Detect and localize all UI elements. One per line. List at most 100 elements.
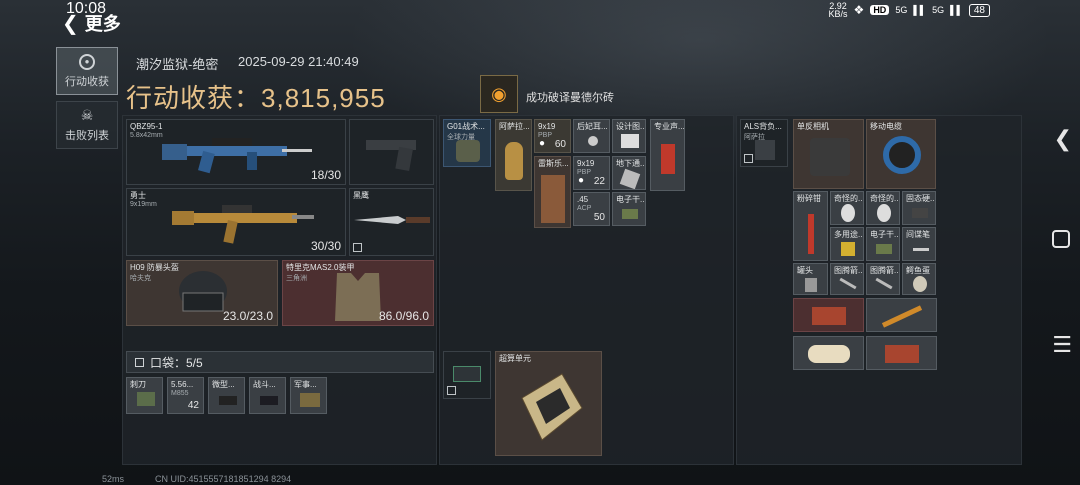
- storage-slot[interactable]: [443, 351, 491, 399]
- chevron-left-icon: ❮: [62, 12, 79, 35]
- net-speed: 2.92 KB/s: [828, 1, 848, 19]
- crate-icon: [300, 393, 320, 407]
- rig-slot[interactable]: ALS背负... 阿萨拉: [740, 119, 788, 167]
- backpack-icon: [456, 140, 480, 162]
- rig-item[interactable]: 电子干...: [866, 227, 900, 261]
- map-name: 潮汐监狱-绝密: [136, 57, 219, 72]
- gadget-icon: [260, 396, 278, 405]
- pocket-item[interactable]: 刺刀: [126, 377, 163, 414]
- pocket-item[interactable]: 5.56... M855 42: [167, 377, 204, 414]
- rig-item[interactable]: 移动电缆: [866, 119, 936, 189]
- tab-label: 击败列表: [65, 130, 109, 142]
- box-icon: [541, 175, 565, 223]
- ssd-icon: [912, 208, 928, 218]
- rig-item[interactable]: 多用途...: [830, 227, 864, 261]
- lock-icon: [447, 386, 456, 395]
- tab-label: 行动收获: [65, 75, 109, 88]
- rig-item[interactable]: 间谍笔: [902, 227, 936, 261]
- backpack-item[interactable]: 地下通...: [612, 156, 646, 190]
- egg-icon: [841, 204, 855, 222]
- gpu-icon: [885, 345, 919, 363]
- map-icon: [619, 168, 641, 189]
- backpack-slot[interactable]: G01战术... 全球力量: [443, 119, 491, 167]
- blueprint-icon: [621, 134, 639, 148]
- achievement-text: 成功破译曼德尔砖: [526, 92, 614, 104]
- arrow-icon: [839, 277, 857, 290]
- rig-item[interactable]: [793, 298, 864, 332]
- rig-item[interactable]: 图腾箭...: [866, 263, 900, 295]
- back-label: 更多: [84, 14, 121, 34]
- backpack-item[interactable]: 专业声...: [650, 119, 685, 191]
- sidearm-slot[interactable]: [349, 119, 434, 185]
- backpack-item[interactable]: 9x19 PBP ● 60: [534, 119, 571, 153]
- earring-icon: [588, 136, 598, 146]
- rig-item[interactable]: 粉碎钳: [793, 191, 828, 261]
- rig-item[interactable]: 奇怪的...: [830, 191, 864, 225]
- signal-icon: ▌▌: [950, 5, 963, 15]
- ping-readout: 52ms: [102, 474, 125, 484]
- gpu-icon: [812, 307, 846, 325]
- backpack-item[interactable]: 9x19 PBP ● 22: [573, 156, 610, 190]
- rig-item[interactable]: [866, 298, 937, 332]
- target-icon: ●: [79, 53, 95, 70]
- primary-weapon-slot[interactable]: QBZ95-1 5.8x42mm 18/30: [126, 119, 346, 185]
- back-nav-icon[interactable]: ❮: [1054, 126, 1072, 152]
- home-nav-icon[interactable]: [1052, 230, 1070, 248]
- pocket-item[interactable]: 微型...: [208, 377, 245, 414]
- cable-reel-icon: [883, 136, 921, 174]
- backpack-item[interactable]: 后妃耳...: [573, 119, 610, 153]
- pocket-header: 口袋：5/5: [126, 351, 434, 373]
- device-icon: [661, 144, 675, 174]
- battery: 48: [968, 3, 990, 17]
- knife-icon: [354, 216, 430, 224]
- rig-item[interactable]: 鳄鱼蛋: [902, 263, 936, 295]
- melee-slot[interactable]: 黑鹰: [349, 188, 434, 256]
- harvest-value: 3,815,955: [261, 83, 386, 113]
- tab-kills[interactable]: ☠ 击败列表: [56, 101, 118, 149]
- backpack-item[interactable]: 电子干...: [612, 192, 646, 226]
- backpack-item[interactable]: 设计图...: [612, 119, 646, 153]
- cpu-icon: [521, 373, 583, 441]
- case-icon: [453, 366, 481, 382]
- camera-icon: [810, 138, 850, 176]
- backpack-item[interactable]: 阿萨拉...: [495, 119, 532, 191]
- achievement-icon[interactable]: ◉: [480, 75, 518, 113]
- rig-item[interactable]: [793, 336, 864, 370]
- pocket-item[interactable]: 战斗...: [249, 377, 286, 414]
- scroll-icon: [808, 345, 850, 363]
- arrow-icon: [875, 277, 893, 290]
- rig-item[interactable]: 图腾箭...: [830, 263, 864, 295]
- rig-item[interactable]: [866, 336, 937, 370]
- secondary-weapon-slot[interactable]: 勇士 9x19mm 30/30: [126, 188, 346, 256]
- backpack-item[interactable]: 雷斯乐...: [534, 156, 571, 228]
- skull-icon: ☠: [80, 107, 94, 123]
- backpack-item[interactable]: 超算单元: [495, 351, 602, 456]
- screwdriver-icon: [881, 305, 923, 328]
- pocket-item[interactable]: 军事...: [290, 377, 327, 414]
- armor-vest-icon: [335, 273, 381, 321]
- backpack-item[interactable]: .45 ACP 50: [573, 192, 610, 226]
- bayonet-icon: [137, 392, 155, 406]
- pen-icon: [913, 248, 929, 251]
- signal-a: 5G: [895, 5, 908, 15]
- hd-badge: HD: [870, 5, 890, 15]
- back-button[interactable]: ❮ 更多: [62, 10, 121, 36]
- menu-nav-icon[interactable]: ☰: [1052, 332, 1072, 358]
- rig-item[interactable]: 罐头: [793, 263, 828, 295]
- user-id: CN UID:4515557181851294 8294: [155, 474, 292, 484]
- rig-item[interactable]: 单反相机: [793, 119, 864, 189]
- pistol-icon: [366, 140, 416, 171]
- rifle-icon: [162, 138, 312, 174]
- rig-item[interactable]: 奇怪的...: [866, 191, 900, 225]
- egg-icon: [913, 276, 927, 292]
- rig-icon: [755, 140, 775, 160]
- egg-icon: [877, 204, 891, 222]
- teapot-icon: [505, 142, 523, 180]
- lock-icon: [353, 243, 362, 252]
- helmet-slot[interactable]: H09 防暴头盔 哈夫克 23.0/23.0: [126, 260, 278, 326]
- tab-harvest[interactable]: ● 行动收获: [56, 47, 118, 95]
- rig-item[interactable]: 固态硬...: [902, 191, 936, 225]
- chip-icon: [876, 244, 892, 254]
- armor-slot[interactable]: 特里克MAS2.0装甲 三角洲 86.0/96.0: [282, 260, 434, 326]
- harvest-label: 行动收获：: [126, 83, 262, 113]
